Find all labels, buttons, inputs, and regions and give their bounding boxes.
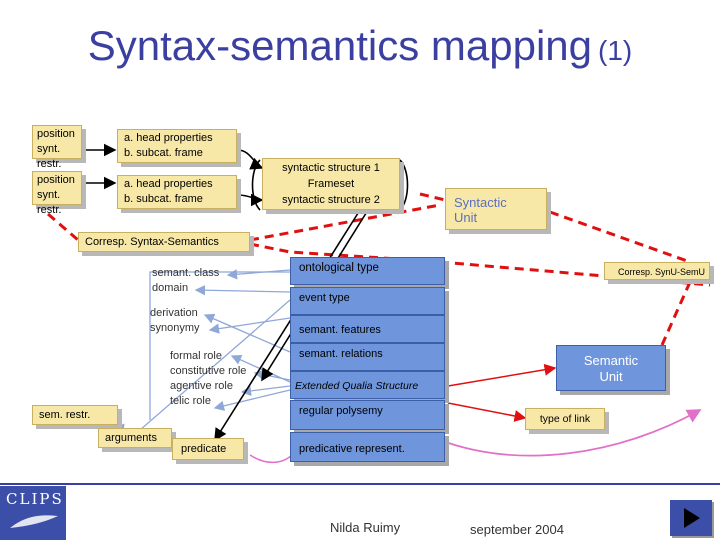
predicate-box: predicate [172, 438, 244, 460]
semant-class-label: semant. class [152, 267, 220, 279]
arguments-label: arguments [105, 432, 157, 444]
semantic-class-group: semant. class domain [152, 266, 219, 296]
predicative-represent-box: predicative represent. [290, 432, 445, 462]
sem-restr-box: sem. restr. [32, 405, 118, 425]
feather-icon [10, 515, 58, 528]
qualia-roles-group: formal role constitutive role agentive r… [170, 349, 246, 409]
telic-role-label: telic role [170, 395, 211, 407]
corresp-syntax-semantics-label: Corresp. Syntax-Semantics [85, 236, 219, 248]
syntactic-structure-1: syntactic structure 1 [282, 162, 380, 174]
head-properties-label: a. head properties [124, 132, 213, 144]
synt-restr-label: synt. restr. [37, 189, 62, 216]
syntactic-structures-box: syntactic structure 1 Frameset syntactic… [262, 158, 400, 210]
formal-role-label: formal role [170, 350, 222, 362]
corresp-syntax-semantics-box: Corresp. Syntax-Semantics [78, 232, 250, 252]
author-name: Nilda Ruimy [330, 520, 401, 535]
derivation-group: derivation synonymy [150, 306, 200, 336]
synt-restr-label: synt. restr. [37, 143, 62, 170]
type-of-link-label: type of link [539, 413, 591, 425]
syntactic-unit-line2: Unit [454, 210, 478, 225]
ontological-type-box: ontological type [290, 257, 445, 285]
predicate-label: predicate [181, 443, 227, 455]
clips-logo-text: CLIPS [6, 490, 64, 508]
play-icon [684, 508, 700, 528]
presentation-date: september 2004 [470, 522, 564, 537]
semantic-unit-box: Semantic Unit [556, 345, 666, 391]
semant-features-box: semant. features [290, 315, 445, 343]
syntactic-structure-2: syntactic structure 2 [282, 194, 380, 206]
derivation-label: derivation [150, 307, 198, 319]
next-slide-button[interactable] [670, 500, 712, 536]
corresp-synu-semu-label: Corresp. SynU-SemU [617, 267, 705, 277]
event-type-label: event type [299, 292, 350, 304]
semant-relations-label: semant. relations [299, 348, 383, 360]
subcat-frame-label: b. subcat. frame [124, 147, 203, 159]
position-label: position [37, 128, 75, 140]
head-properties-box-2: a. head properties b. subcat. frame [117, 175, 237, 209]
regular-polysemy-box: regular polysemy [290, 400, 445, 430]
event-type-box: event type [290, 287, 445, 315]
extended-qualia-structure-label: Extended Qualia Structure [295, 380, 419, 392]
frameset-label: Frameset [307, 178, 355, 190]
regular-polysemy-label: regular polysemy [299, 405, 383, 417]
semantic-unit-line1: Semantic [583, 353, 639, 368]
type-of-link-box: type of link [525, 408, 605, 430]
predicative-represent-label: predicative represent. [299, 443, 405, 455]
syntactic-unit-line1: Syntactic [454, 195, 507, 210]
head-properties-box-1: a. head properties b. subcat. frame [117, 129, 237, 163]
arguments-box: arguments [98, 428, 172, 448]
corresp-synu-semu-box: Corresp. SynU-SemU [604, 262, 710, 280]
semant-relations-box: semant. relations [290, 343, 445, 371]
domain-label: domain [152, 282, 189, 294]
syntactic-unit-box: Syntactic Unit [445, 188, 547, 230]
position-box-2: position synt. restr. [32, 171, 82, 216]
position-label: position [37, 174, 75, 186]
semantic-unit-line2: Unit [599, 369, 623, 384]
head-properties-label: a. head properties [124, 178, 213, 190]
footer-separator [0, 483, 720, 485]
agentive-role-label: agentive role [170, 380, 233, 392]
synonymy-label: synonymy [150, 322, 200, 334]
constitutive-role-label: constitutive role [170, 365, 247, 377]
sem-restr-label: sem. restr. [39, 409, 91, 421]
subcat-frame-label: b. subcat. frame [124, 193, 203, 205]
clips-logo: CLIPS [0, 486, 66, 540]
semant-features-label: semant. features [299, 324, 381, 336]
ontological-type-label: ontological type [299, 262, 379, 274]
position-box-1: position synt. restr. [32, 125, 82, 170]
extended-qualia-structure-box: Extended Qualia Structure [290, 371, 445, 399]
